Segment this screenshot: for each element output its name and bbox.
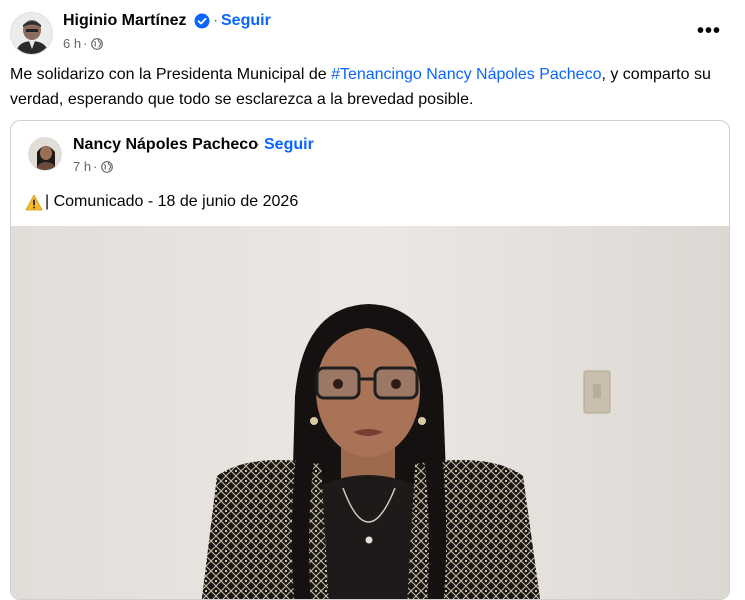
shared-author-avatar[interactable] [28,137,62,171]
shared-post-time[interactable]: 7 h [73,159,91,174]
post-time[interactable]: 6 h [63,36,81,51]
video-thumbnail[interactable] [11,226,729,599]
follow-button[interactable]: Seguir [221,12,271,30]
shared-author-name[interactable]: Nancy Nápoles Pacheco [73,136,258,154]
shared-post-text: | Comunicado - 18 de junio de 2026 [25,193,298,211]
more-options-button[interactable]: ••• [697,20,721,43]
shared-globe-icon [101,160,114,173]
post-header: Higinio Martínez · Seguir 6 h · ••• [10,10,735,56]
separator-dot: · [213,12,219,29]
post-text: Me solidarizo con la Presidenta Municipa… [10,62,735,112]
globe-icon [91,37,104,50]
shared-text-content: | Comunicado - 18 de junio de 2026 [45,193,299,210]
author-name[interactable]: Higinio Martínez [63,12,187,30]
author-avatar[interactable] [10,12,53,55]
post-meta: 6 h · [63,36,104,51]
shared-separator-dot: · [255,136,261,153]
post-text-intro: Me solidarizo con la Presidenta Municipa… [10,66,332,83]
shared-follow-button[interactable]: Seguir [264,136,314,154]
verified-badge-icon [194,13,210,29]
hashtag-link[interactable]: #Tenancingo Nancy Nápoles Pacheco [331,66,601,83]
time-separator: · [83,36,88,51]
shared-post-meta: 7 h · [73,159,114,174]
shared-post-card[interactable]: Nancy Nápoles Pacheco · Seguir 7 h · | C… [10,120,730,600]
shared-time-separator: · [93,159,98,174]
warning-icon [25,194,43,211]
